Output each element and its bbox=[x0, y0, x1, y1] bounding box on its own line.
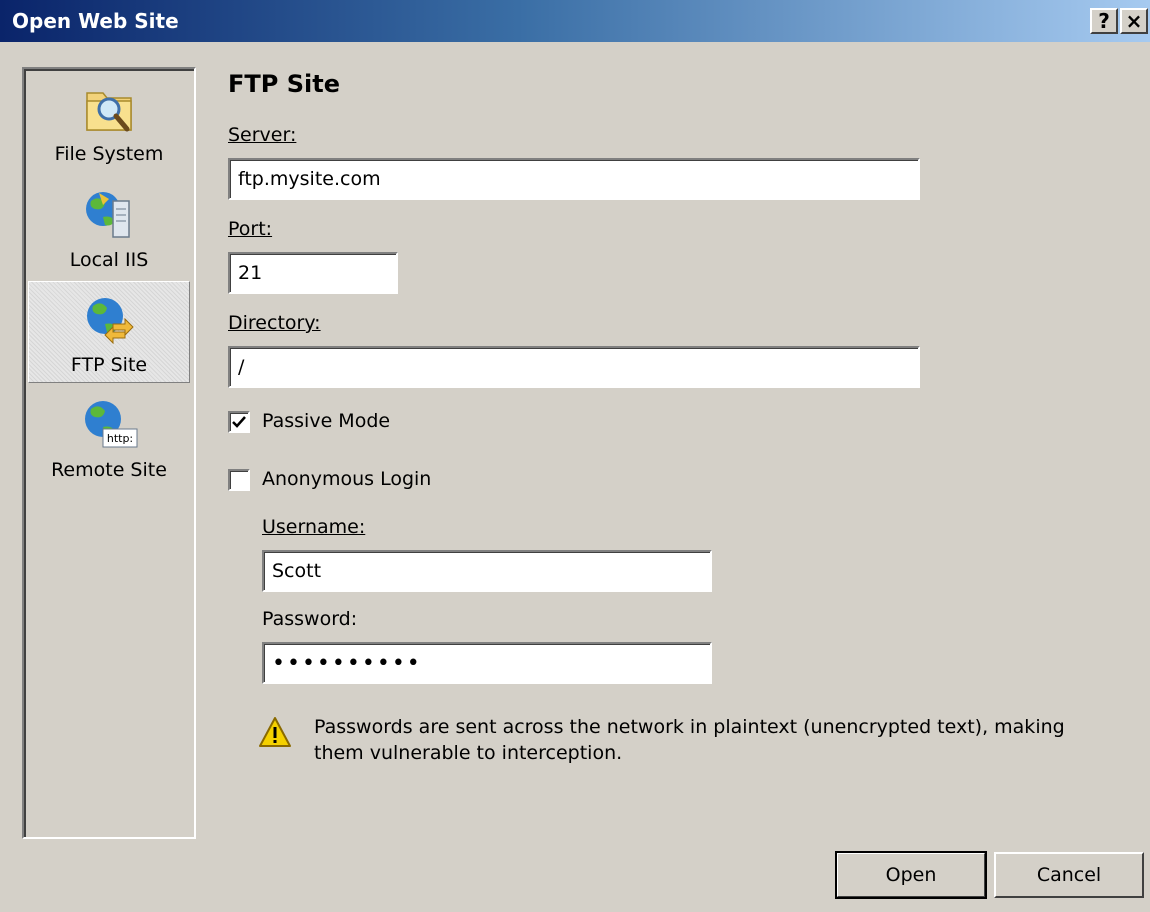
place-label: FTP Site bbox=[70, 354, 148, 376]
server-label: Server: bbox=[228, 124, 296, 146]
username-input[interactable] bbox=[262, 550, 712, 592]
directory-label-text: Directory: bbox=[228, 312, 321, 334]
title-bar[interactable]: Open Web Site ? × bbox=[0, 0, 1150, 42]
server-label-text: Server: bbox=[228, 124, 297, 146]
password-label: Password: bbox=[262, 608, 357, 630]
help-button[interactable]: ? bbox=[1090, 8, 1118, 34]
place-label: Local IIS bbox=[69, 249, 149, 271]
password-label-text: Password: bbox=[262, 608, 358, 630]
warning-icon bbox=[258, 716, 292, 748]
place-file-system[interactable]: File System bbox=[28, 71, 190, 173]
username-label-text: Username: bbox=[262, 516, 366, 538]
http-globe-icon: http: bbox=[79, 397, 139, 453]
directory-input[interactable] bbox=[228, 346, 920, 388]
open-button[interactable]: Open bbox=[835, 851, 987, 899]
anonymous-login-checkbox[interactable] bbox=[228, 469, 250, 491]
port-label-text: Port: bbox=[228, 218, 273, 240]
open-button-label: Open bbox=[885, 864, 937, 886]
ftp-globe-icon bbox=[79, 292, 139, 348]
place-label: Remote Site bbox=[51, 459, 167, 481]
place-local-iis[interactable]: Local IIS bbox=[28, 177, 190, 279]
anonymous-login-label[interactable]: Anonymous Login bbox=[262, 468, 431, 490]
directory-label: Directory: bbox=[228, 312, 321, 334]
cancel-button[interactable]: Cancel bbox=[994, 852, 1144, 898]
folder-search-icon bbox=[79, 81, 139, 137]
places-bar: File System Local IIS FTP Site http: Rem… bbox=[22, 67, 196, 839]
window-title: Open Web Site bbox=[12, 9, 179, 33]
svg-text:http:: http: bbox=[107, 432, 133, 445]
cancel-button-label: Cancel bbox=[1036, 864, 1102, 886]
password-input[interactable] bbox=[262, 642, 712, 684]
server-input[interactable] bbox=[228, 158, 920, 200]
port-input[interactable] bbox=[228, 252, 398, 294]
passive-mode-checkbox[interactable] bbox=[228, 411, 250, 433]
place-label: File System bbox=[54, 143, 164, 165]
page-title: FTP Site bbox=[228, 70, 340, 98]
close-button[interactable]: × bbox=[1120, 8, 1148, 34]
passive-mode-label[interactable]: Passive Mode bbox=[262, 410, 390, 432]
username-label: Username: bbox=[262, 516, 365, 538]
warning-message: Passwords are sent across the network in… bbox=[314, 716, 1065, 764]
iis-server-icon bbox=[79, 187, 139, 243]
port-label: Port: bbox=[228, 218, 272, 240]
place-ftp-site[interactable]: FTP Site bbox=[28, 281, 190, 383]
checkmark-icon bbox=[232, 416, 246, 428]
place-remote-site[interactable]: http: Remote Site bbox=[28, 387, 190, 489]
